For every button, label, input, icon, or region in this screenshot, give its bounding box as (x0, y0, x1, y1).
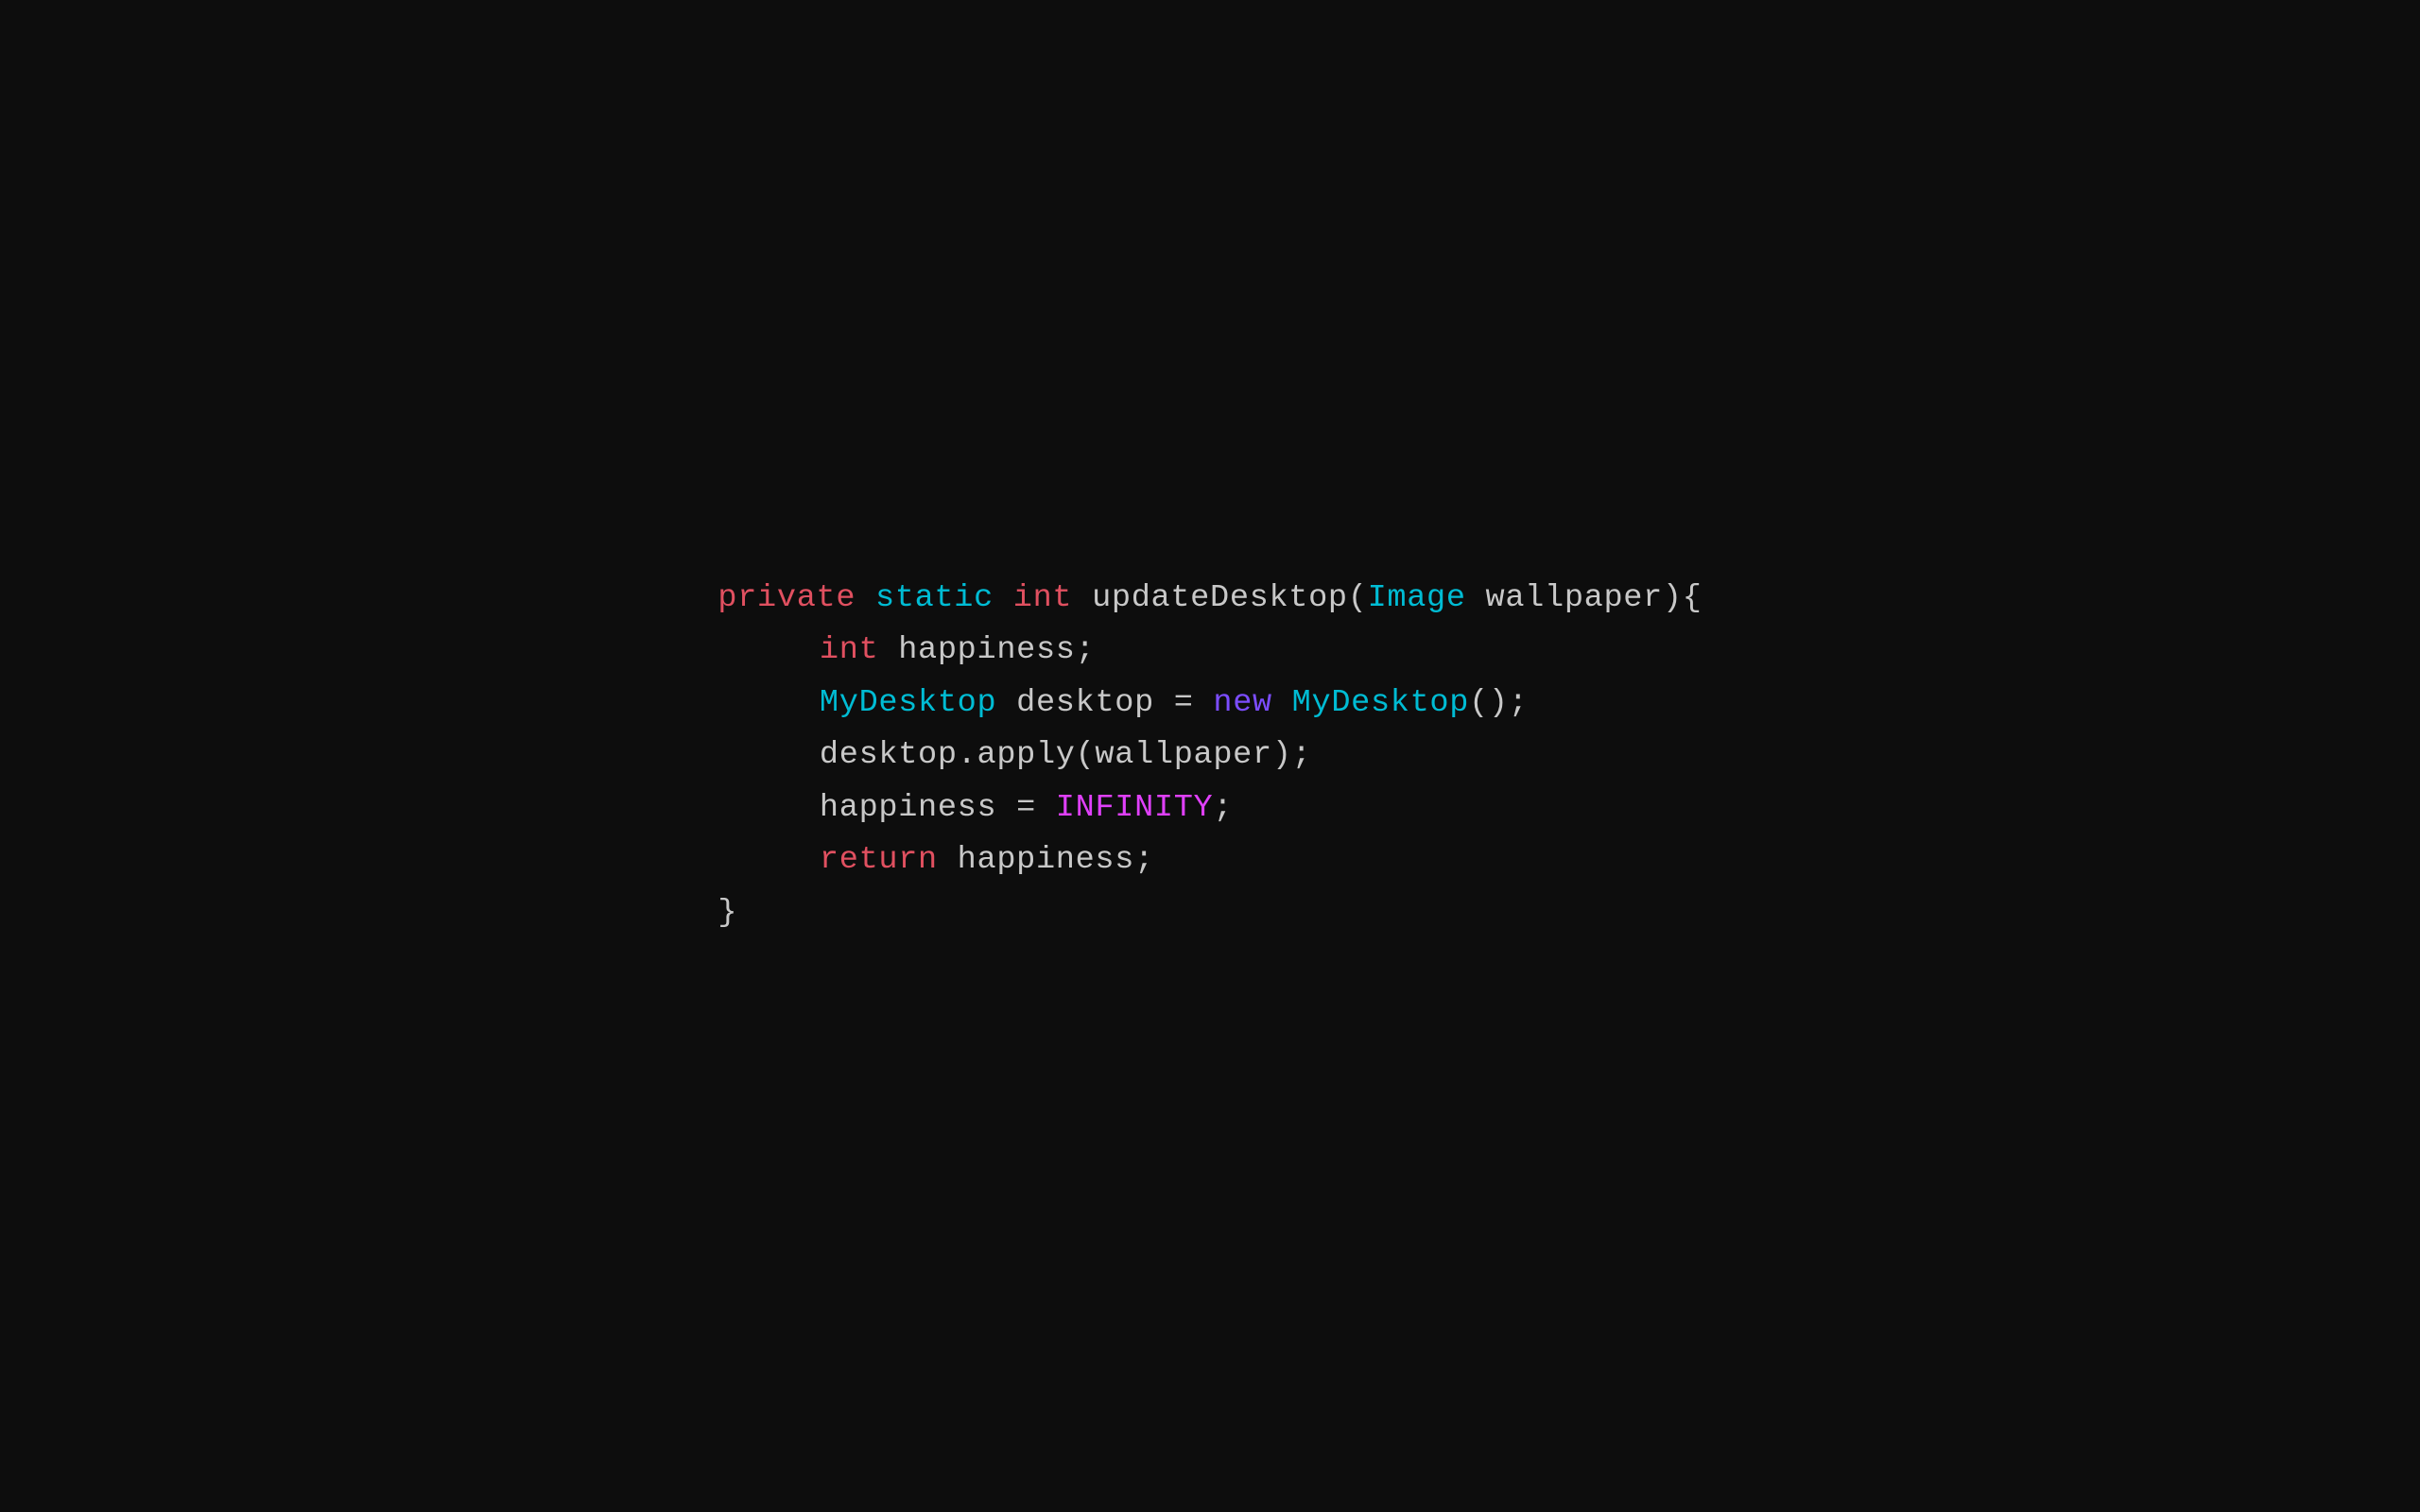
method-name: updateDesktop( (1092, 573, 1368, 625)
keyword-private: private (717, 573, 856, 625)
code-line-7: } (717, 887, 1702, 939)
code-line-3: MyDesktop desktop = new MyDesktop (); (717, 678, 1702, 730)
keyword-int-2: int (820, 625, 878, 677)
closing-brace: } (717, 887, 737, 939)
space-3 (1072, 573, 1092, 625)
const-infinity: INFINITY (1056, 782, 1214, 834)
space-2 (994, 573, 1013, 625)
keyword-int-1: int (1013, 573, 1072, 625)
code-line-4: desktop.apply(wallpaper); (717, 730, 1702, 782)
happiness-decl: happiness; (878, 625, 1095, 677)
desktop-assign: desktop = (996, 678, 1213, 730)
constructor-call: (); (1469, 678, 1528, 730)
space-new (1272, 678, 1292, 730)
semicolon-5: ; (1213, 782, 1233, 834)
happiness-assign: happiness = (820, 782, 1056, 834)
param-text: wallpaper){ (1466, 573, 1703, 625)
code-line-6: return happiness; (717, 834, 1702, 886)
code-line-2: int happiness; (717, 625, 1702, 677)
code-line-1: private static int updateDesktop( Image … (717, 573, 1702, 625)
keyword-return: return (820, 834, 938, 886)
type-mydesktop-1: MyDesktop (820, 678, 996, 730)
keyword-new: new (1213, 678, 1271, 730)
type-mydesktop-2: MyDesktop (1292, 678, 1469, 730)
apply-call: desktop.apply(wallpaper); (820, 730, 1312, 782)
code-line-5: happiness = INFINITY ; (717, 782, 1702, 834)
space-1 (856, 573, 875, 625)
return-value: happiness; (938, 834, 1154, 886)
type-image: Image (1368, 573, 1466, 625)
code-display: private static int updateDesktop( Image … (717, 573, 1702, 939)
keyword-static: static (875, 573, 994, 625)
